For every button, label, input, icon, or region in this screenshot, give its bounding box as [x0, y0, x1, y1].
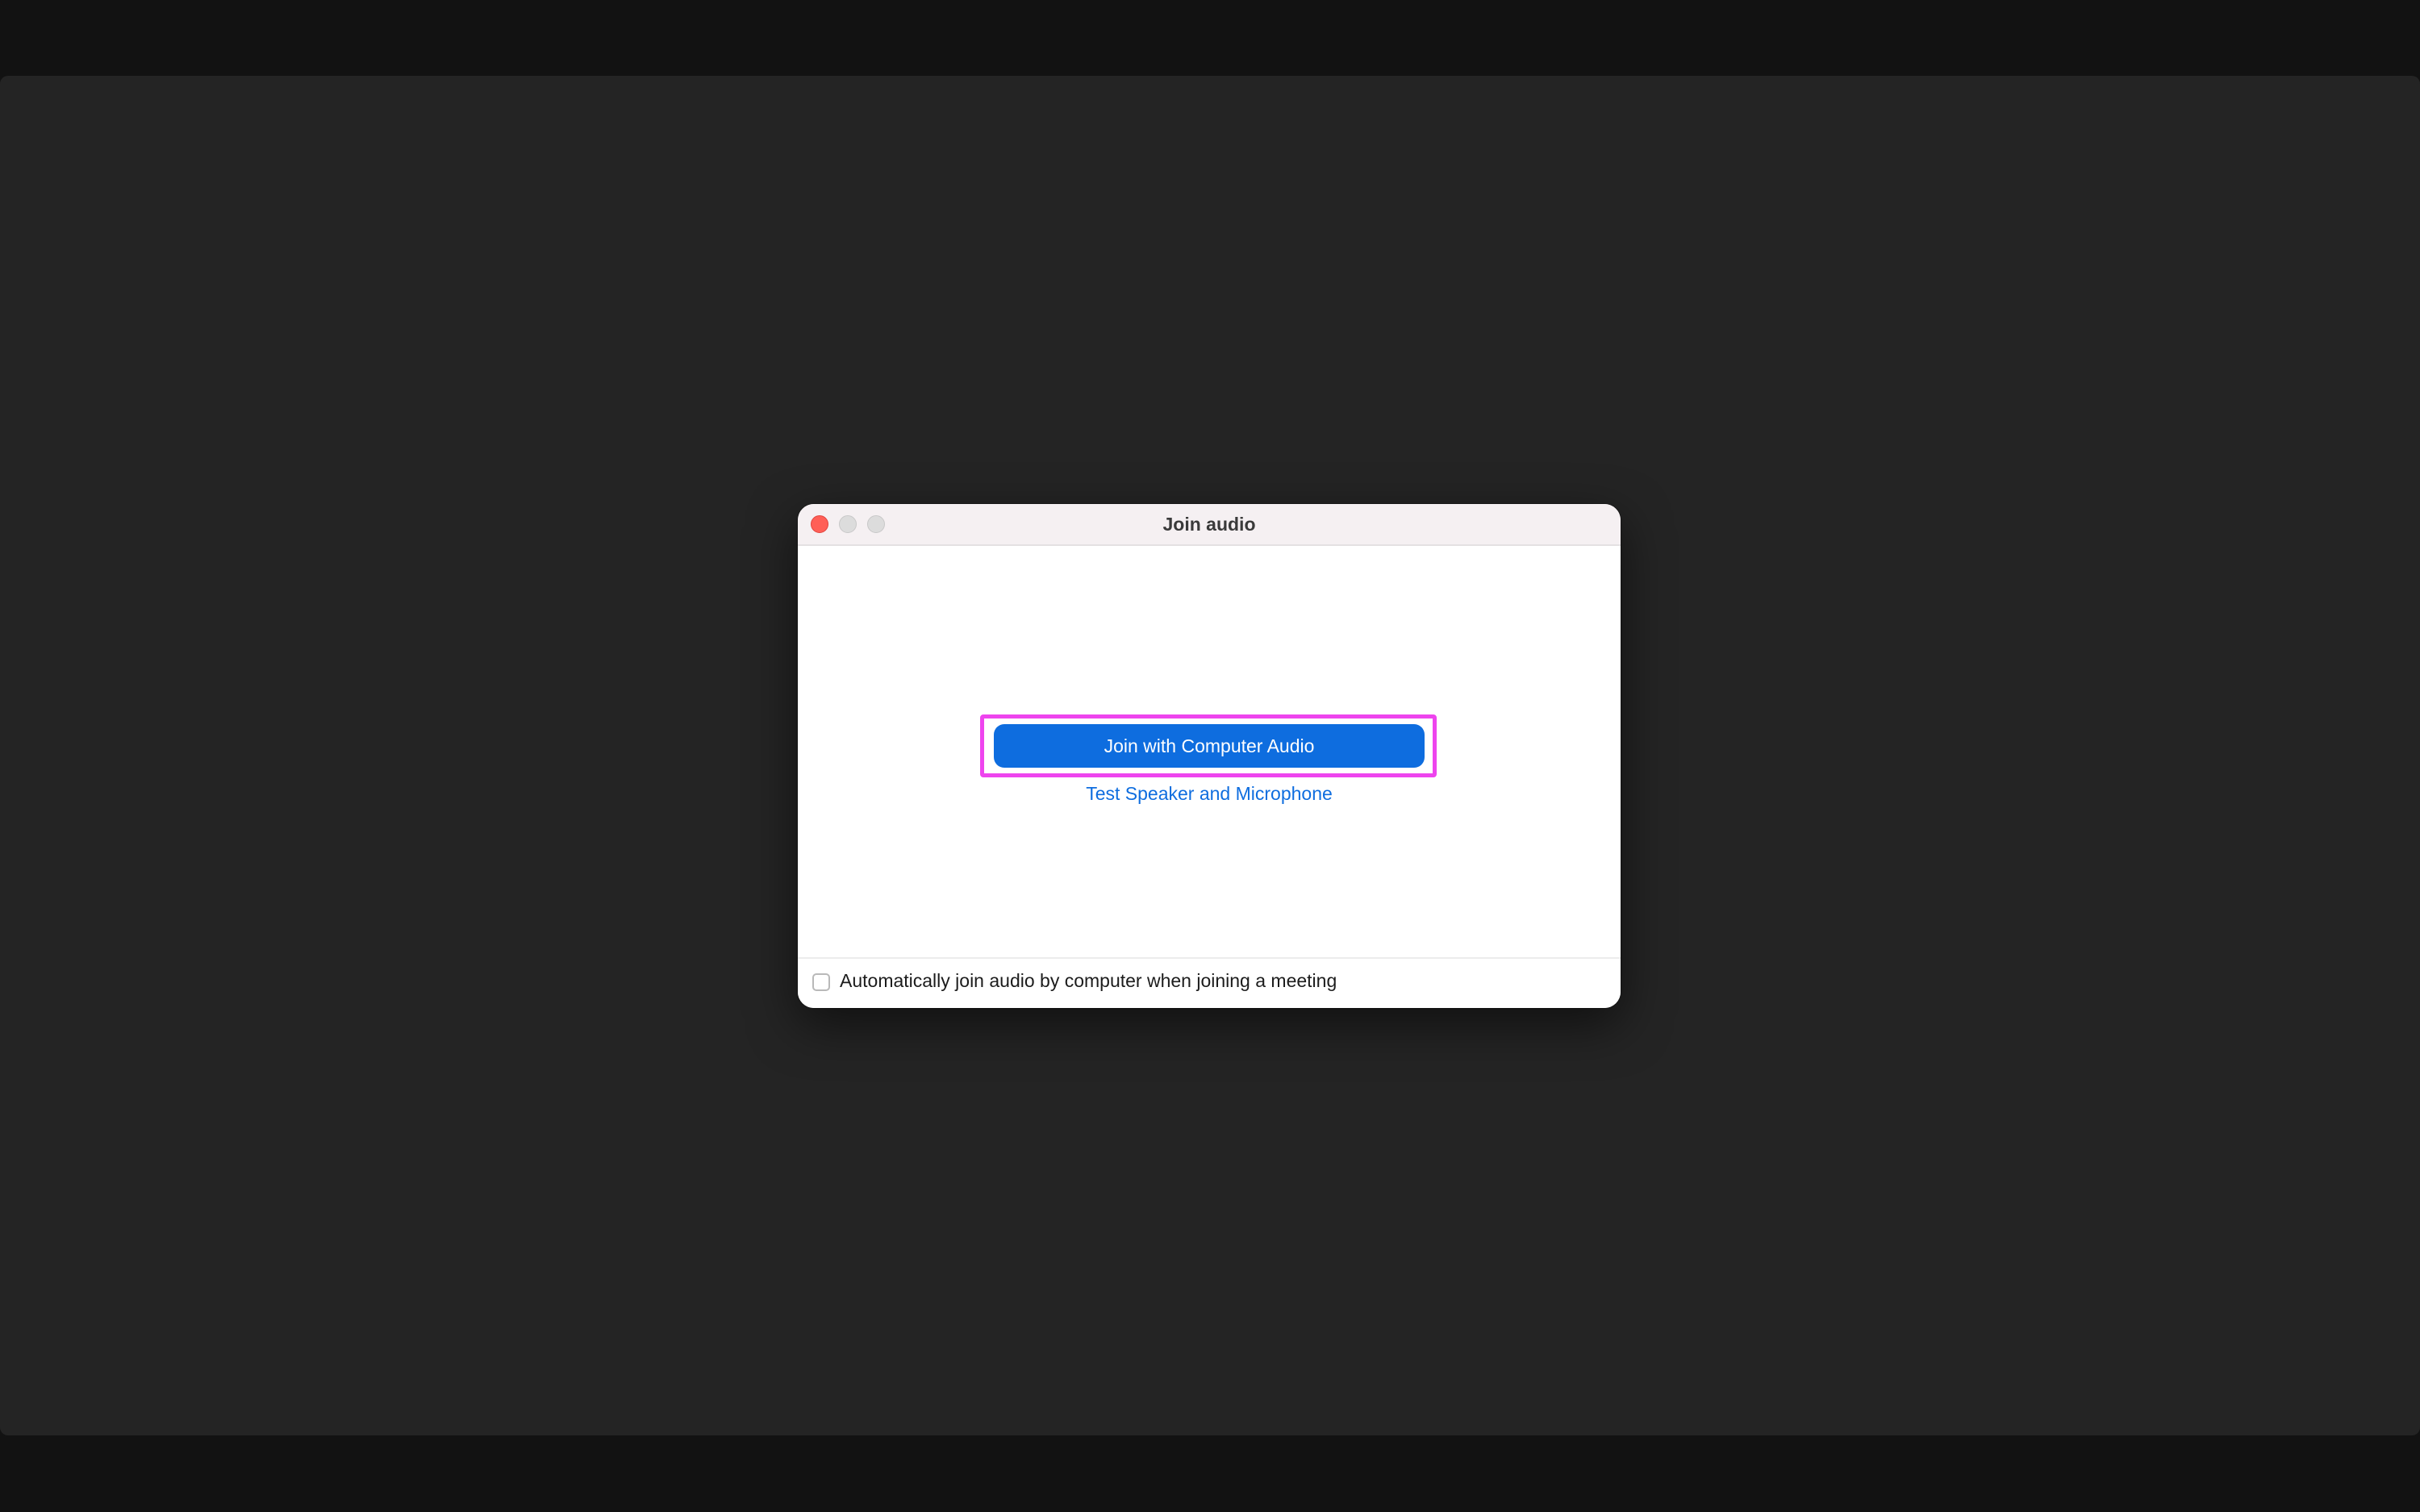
test-speaker-microphone-link[interactable]: Test Speaker and Microphone: [798, 783, 1621, 805]
dialog-footer: Automatically join audio by computer whe…: [798, 957, 1621, 1008]
join-computer-audio-button[interactable]: Join with Computer Audio: [994, 724, 1425, 768]
auto-join-checkbox[interactable]: [812, 973, 830, 991]
auto-join-checkbox-label[interactable]: Automatically join audio by computer whe…: [840, 970, 1337, 992]
dialog-title: Join audio: [1162, 514, 1256, 535]
title-bar: Join audio: [798, 504, 1621, 546]
join-audio-dialog: Join audio Join with Computer Audio Test…: [798, 504, 1621, 1008]
